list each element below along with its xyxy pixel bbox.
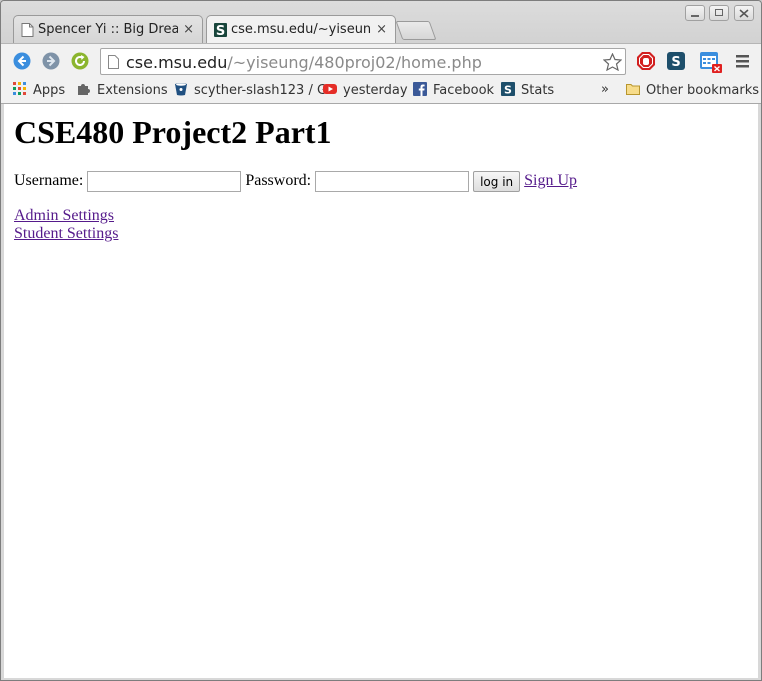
toolbar: cse.msu.edu/~yiseung/480proj02/home.php … bbox=[1, 43, 761, 78]
maximize-icon bbox=[715, 9, 723, 16]
svg-text:S: S bbox=[504, 84, 512, 97]
username-label: Username: bbox=[14, 172, 84, 190]
youtube-icon bbox=[323, 84, 337, 94]
bookmark-label: Apps bbox=[33, 83, 66, 98]
password-field[interactable] bbox=[315, 171, 470, 192]
stats-extension-icon[interactable]: S bbox=[667, 52, 685, 70]
minimize-icon bbox=[691, 15, 699, 17]
sign-up-link[interactable]: Sign Up bbox=[524, 172, 577, 189]
login-form: Username: Password: log in Sign Up bbox=[14, 171, 577, 192]
new-tab-button[interactable] bbox=[395, 21, 437, 40]
tab-cse-msu[interactable]: S cse.msu.edu/~yiseung/ × bbox=[206, 15, 396, 43]
page-icon bbox=[108, 55, 119, 69]
reload-icon[interactable] bbox=[71, 52, 89, 70]
student-settings-link[interactable]: Student Settings bbox=[14, 225, 118, 242]
tab-strip: Spencer Yi :: Big Dreame × S cse.msu.edu… bbox=[1, 1, 761, 43]
tab-title: cse.msu.edu/~yiseung/ bbox=[231, 22, 371, 37]
svg-text:S: S bbox=[216, 24, 225, 37]
minimize-button[interactable] bbox=[685, 5, 705, 21]
login-button[interactable]: log in bbox=[473, 171, 521, 192]
back-button-icon[interactable] bbox=[13, 52, 31, 70]
bookmark-other-bookmarks[interactable]: Other bookmarks bbox=[626, 82, 759, 98]
forward-button-icon[interactable] bbox=[42, 52, 60, 70]
bookmark-stats[interactable]: S Stats bbox=[501, 82, 554, 98]
apps-grid-icon bbox=[13, 82, 26, 95]
bookmark-yesterday[interactable]: yesterday bbox=[323, 82, 408, 98]
bookmark-star-icon[interactable] bbox=[603, 53, 622, 71]
address-bar[interactable]: cse.msu.edu/~yiseung/480proj02/home.php bbox=[100, 48, 626, 75]
page-content: CSE480 Project2 Part1 Username: Password… bbox=[4, 104, 758, 678]
close-icon bbox=[739, 9, 749, 18]
tab-title: Spencer Yi :: Big Dreame bbox=[38, 22, 178, 37]
username-field[interactable] bbox=[87, 171, 242, 192]
facebook-icon bbox=[413, 82, 427, 96]
tab-spencer-yi[interactable]: Spencer Yi :: Big Dreame × bbox=[13, 15, 203, 43]
document-icon bbox=[21, 23, 34, 37]
url-text: cse.msu.edu/~yiseung/480proj02/home.php bbox=[126, 53, 482, 72]
menu-icon[interactable] bbox=[734, 52, 752, 70]
bookmark-scyther[interactable]: scyther-slash123 / G bbox=[174, 82, 327, 98]
maximize-button[interactable] bbox=[709, 5, 729, 21]
bookmark-apps[interactable]: Apps bbox=[13, 82, 65, 98]
bookmarks-overflow-chevron[interactable]: » bbox=[601, 82, 609, 97]
browser-window: Spencer Yi :: Big Dreame × S cse.msu.edu… bbox=[0, 0, 762, 681]
bitbucket-icon bbox=[175, 83, 187, 96]
close-window-button[interactable] bbox=[734, 5, 754, 21]
puzzle-icon bbox=[78, 84, 90, 95]
adblock-icon[interactable] bbox=[637, 52, 655, 70]
bookmark-label: Extensions bbox=[97, 83, 168, 98]
page-title: CSE480 Project2 Part1 bbox=[14, 114, 332, 150]
admin-settings-link[interactable]: Admin Settings bbox=[14, 207, 114, 224]
close-icon[interactable]: × bbox=[183, 16, 194, 43]
svg-text:S: S bbox=[671, 55, 680, 70]
msu-spartan-icon: S bbox=[214, 23, 227, 37]
bookmarks-bar: Apps Extensions scyther-slash123 / G yes… bbox=[1, 77, 761, 104]
settings-links: Admin Settings Student Settings bbox=[14, 207, 118, 243]
bookmark-label: Facebook bbox=[433, 83, 495, 98]
close-icon[interactable]: × bbox=[376, 16, 387, 43]
stats-s-icon: S bbox=[501, 82, 515, 96]
bookmark-facebook[interactable]: Facebook bbox=[413, 82, 494, 98]
bookmark-label: Other bookmarks bbox=[646, 83, 760, 98]
url-path: /~yiseung/480proj02/home.php bbox=[227, 53, 482, 72]
folder-icon bbox=[626, 84, 640, 95]
bookmark-label: Stats bbox=[521, 83, 555, 98]
bookmark-label: scyther-slash123 / G bbox=[194, 83, 328, 98]
password-label: Password: bbox=[245, 172, 312, 190]
bookmark-label: yesterday bbox=[343, 83, 408, 98]
bookmark-extensions[interactable]: Extensions bbox=[77, 82, 168, 98]
calendar-extension-icon[interactable] bbox=[699, 50, 723, 74]
url-host: cse.msu.edu bbox=[126, 53, 228, 72]
